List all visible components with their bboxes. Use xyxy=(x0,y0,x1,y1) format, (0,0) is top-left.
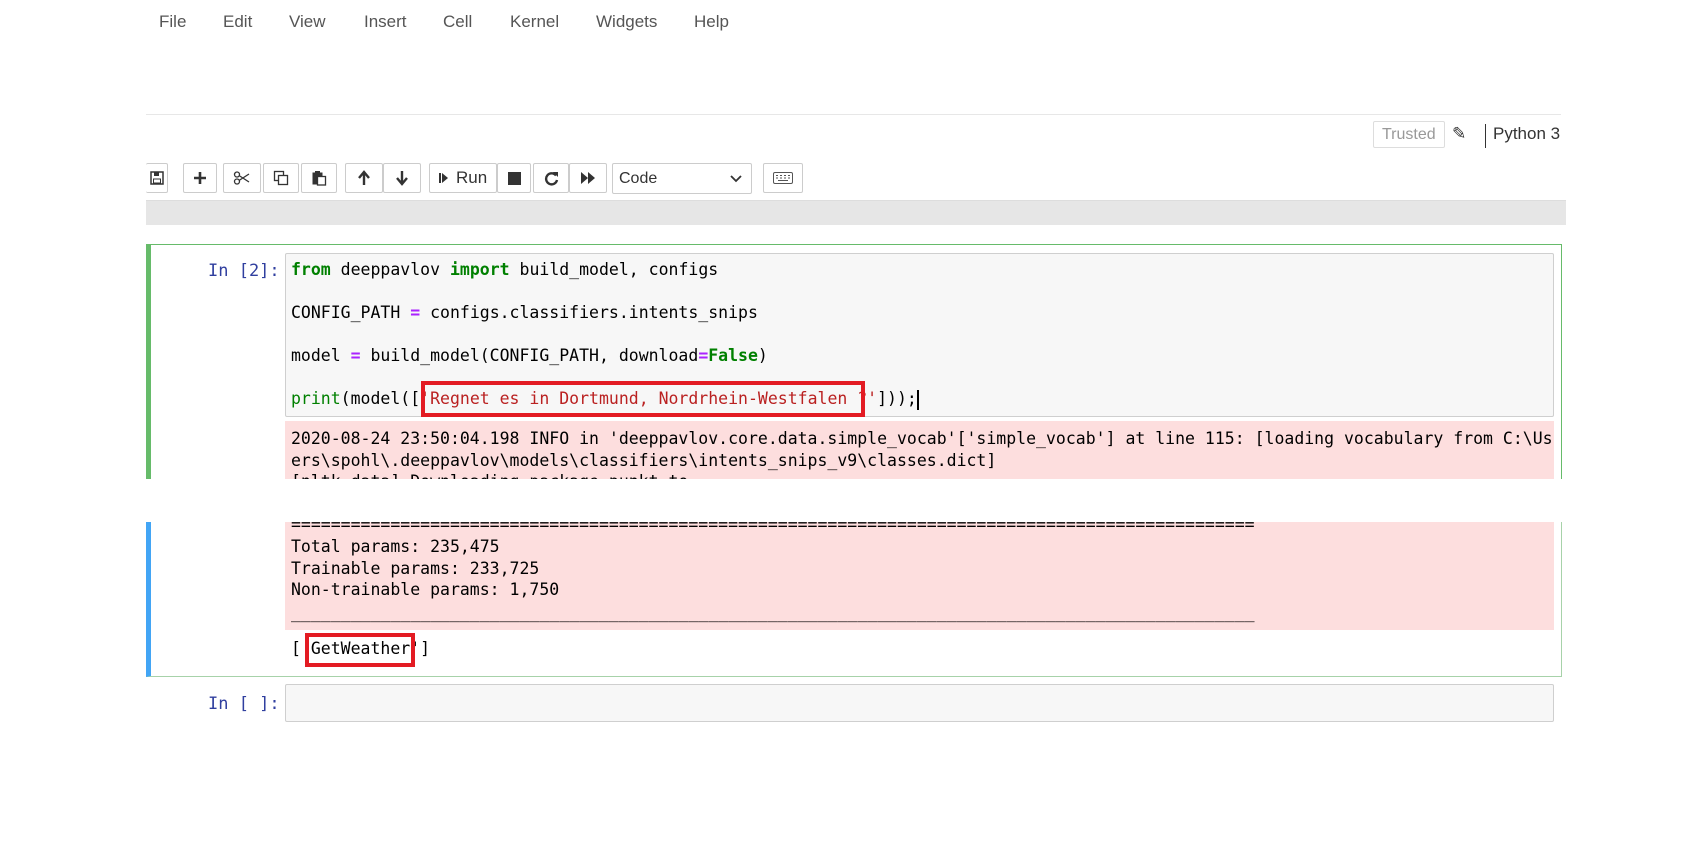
code-editor-empty[interactable] xyxy=(285,684,1554,722)
keyboard-icon xyxy=(773,172,793,184)
copy-button[interactable] xyxy=(263,163,299,193)
save-button[interactable] xyxy=(146,163,168,193)
result-bracket: [ xyxy=(291,639,301,658)
kernel-name[interactable]: Python 3 xyxy=(1493,124,1560,144)
operator: = xyxy=(350,346,361,365)
arrow-down-icon xyxy=(396,171,408,186)
kernel-divider xyxy=(1485,124,1486,148)
text-cursor xyxy=(916,389,919,410)
paste-icon xyxy=(312,171,327,186)
menu-view[interactable]: View xyxy=(289,12,326,32)
save-icon xyxy=(149,171,164,185)
code-line-1: from deeppavlov import build_model, conf… xyxy=(291,260,718,279)
code-text: ) xyxy=(757,346,768,365)
stderr-line: [nltk_data] Downloading package punkt to xyxy=(291,472,688,479)
move-down-button[interactable] xyxy=(383,163,421,193)
scissors-icon xyxy=(233,171,250,185)
run-icon xyxy=(439,173,448,183)
code-text: build_model(CONFIG_PATH, download xyxy=(360,346,699,365)
run-label: Run xyxy=(456,168,488,187)
restart-button[interactable] xyxy=(533,163,569,193)
cell-prompt: In [ ]: xyxy=(208,694,280,714)
separator-line: ========================================… xyxy=(291,520,1255,532)
fast-forward-icon xyxy=(581,172,595,184)
keyword: False xyxy=(708,346,758,365)
code-text: model xyxy=(291,346,351,365)
screenshot-gap xyxy=(146,479,1566,522)
menu-insert[interactable]: Insert xyxy=(364,12,407,32)
operator: = xyxy=(410,303,421,322)
restart-icon xyxy=(544,171,558,186)
cell-type-value: Code xyxy=(619,170,658,187)
stderr-line: Total params: 235,475 xyxy=(291,537,500,556)
code-text: ])); xyxy=(877,389,917,408)
result-bracket: ] xyxy=(420,639,431,658)
pencil-icon[interactable]: ✎ xyxy=(1452,124,1466,144)
highlight-box-input xyxy=(421,381,865,417)
arrow-up-icon xyxy=(358,170,370,185)
operator: = xyxy=(698,346,709,365)
stderr-line: Non-trainable params: 1,750 xyxy=(291,580,560,599)
run-button[interactable]: Run xyxy=(429,163,497,193)
menubar xyxy=(146,114,1561,156)
code-text: CONFIG_PATH xyxy=(291,303,411,322)
menu-file[interactable]: File xyxy=(159,12,186,32)
command-palette-button[interactable] xyxy=(763,163,803,193)
code-text: (model([ xyxy=(340,389,421,408)
paste-button[interactable] xyxy=(301,163,337,193)
plus-icon xyxy=(194,172,206,184)
menu-widgets[interactable]: Widgets xyxy=(596,12,657,32)
menu-help[interactable]: Help xyxy=(694,12,729,32)
highlight-box-result xyxy=(305,633,415,667)
underline-line: ________________________________________… xyxy=(291,603,1255,622)
menu-cell[interactable]: Cell xyxy=(443,12,472,32)
stop-icon xyxy=(507,171,521,185)
builtin: print xyxy=(291,389,341,408)
stderr-line: 2020-08-24 23:50:04.198 INFO in 'deeppav… xyxy=(291,429,1553,448)
code-text: deeppavlov xyxy=(330,260,450,279)
trusted-badge[interactable]: Trusted xyxy=(1373,121,1445,148)
cut-button[interactable] xyxy=(223,163,261,193)
copy-icon xyxy=(273,170,289,186)
keyword: import xyxy=(449,260,510,279)
header-separator-bar xyxy=(146,200,1566,225)
code-line-2: CONFIG_PATH = configs.classifiers.intent… xyxy=(291,303,758,322)
stderr-line: Trainable params: 233,725 xyxy=(291,559,540,578)
menu-edit[interactable]: Edit xyxy=(223,12,252,32)
code-text: configs.classifiers.intents_snips xyxy=(420,303,758,322)
cell-prompt: In [2]: xyxy=(208,261,280,281)
stderr-line: ers\spohl\.deeppavlov\models\classifiers… xyxy=(291,451,997,470)
interrupt-button[interactable] xyxy=(497,163,531,193)
cell-type-select[interactable]: Code xyxy=(612,163,752,194)
move-up-button[interactable] xyxy=(345,163,383,193)
menu-kernel[interactable]: Kernel xyxy=(510,12,559,32)
restart-run-all-button[interactable] xyxy=(569,163,607,193)
code-line-3: model = build_model(CONFIG_PATH, downloa… xyxy=(291,346,768,365)
code-text: build_model, configs xyxy=(509,260,719,279)
keyword: from xyxy=(291,260,331,279)
insert-cell-button[interactable] xyxy=(183,163,217,193)
chevron-down-icon xyxy=(729,165,743,203)
